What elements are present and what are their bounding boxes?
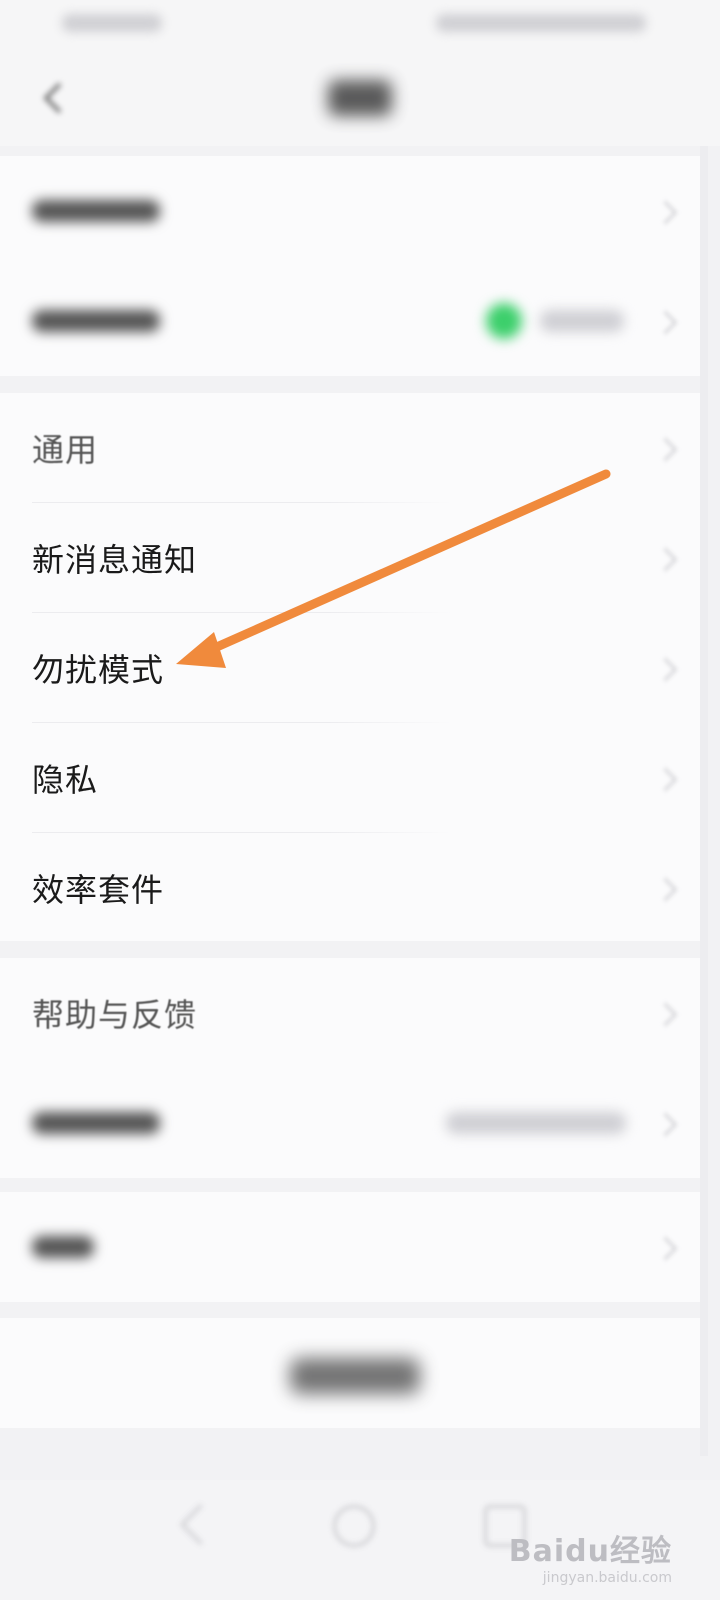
logout-label-blur <box>290 1358 420 1394</box>
row-general[interactable]: 通用 <box>0 393 704 503</box>
chevron-right-icon <box>653 1236 678 1261</box>
help-section: 帮助与反馈 <box>0 958 704 1178</box>
page-title-blur <box>328 80 392 116</box>
nav-back-icon[interactable] <box>179 1503 222 1546</box>
chevron-right-icon <box>653 200 678 225</box>
row-label-help-feedback: 帮助与反馈 <box>32 996 198 1034</box>
row-account-security[interactable] <box>0 156 704 266</box>
row-security-center[interactable] <box>0 266 704 376</box>
status-bar-indicators-blur <box>436 14 646 32</box>
row-label-blur <box>32 1236 94 1258</box>
chevron-right-icon <box>653 877 678 902</box>
row-plugins[interactable] <box>0 1192 704 1302</box>
chevron-right-icon <box>653 1112 678 1137</box>
row-label-new-message-notification: 新消息通知 <box>32 541 198 579</box>
row-label-efficiency-suite: 效率套件 <box>32 871 165 909</box>
row-privacy[interactable]: 隐私 <box>0 723 704 833</box>
row-about[interactable] <box>0 1068 704 1178</box>
chevron-right-icon <box>653 767 678 792</box>
general-section: 通用 新消息通知 勿扰模式 隐私 效率套件 <box>0 393 704 941</box>
row-label-blur <box>32 310 160 332</box>
row-label-privacy: 隐私 <box>32 761 99 799</box>
chevron-right-icon <box>653 657 678 682</box>
row-new-message-notification[interactable]: 新消息通知 <box>0 503 704 613</box>
nav-home-icon[interactable] <box>333 1505 375 1547</box>
row-value-blur <box>446 1112 626 1134</box>
row-efficiency-suite[interactable]: 效率套件 <box>0 833 704 943</box>
chevron-left-icon[interactable] <box>36 80 72 116</box>
scrollbar[interactable] <box>700 146 708 1456</box>
watermark-url: jingyan.baidu.com <box>542 1570 672 1586</box>
watermark: Baidu经验 jingyan.baidu.com <box>509 1526 672 1586</box>
chevron-right-icon <box>653 437 678 462</box>
status-bar <box>0 0 720 50</box>
row-label-blur <box>32 200 160 222</box>
row-label-general: 通用 <box>32 431 99 469</box>
plugins-section <box>0 1192 704 1302</box>
chevron-right-icon <box>653 310 678 335</box>
row-do-not-disturb[interactable]: 勿扰模式 <box>0 613 704 723</box>
chevron-right-icon <box>653 547 678 572</box>
header <box>0 50 720 146</box>
status-bar-time-blur <box>62 14 162 32</box>
chevron-right-icon <box>653 1002 678 1027</box>
row-help-feedback[interactable]: 帮助与反馈 <box>0 958 704 1068</box>
status-dot-icon <box>486 303 522 339</box>
row-value-blur <box>540 310 624 332</box>
account-section <box>0 156 704 376</box>
row-label-do-not-disturb: 勿扰模式 <box>32 651 165 689</box>
logout-button[interactable] <box>0 1318 704 1428</box>
watermark-brand: Baidu经验 <box>508 1534 672 1569</box>
row-label-blur <box>32 1112 160 1134</box>
